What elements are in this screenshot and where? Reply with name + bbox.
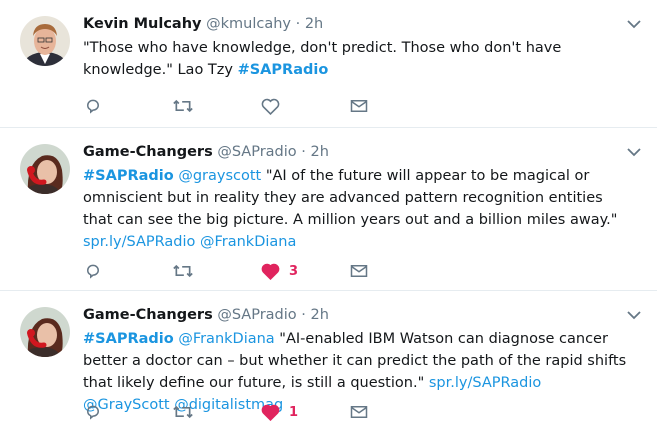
chevron-down-icon[interactable] <box>627 148 641 157</box>
timestamp[interactable]: 2h <box>311 307 329 323</box>
envelope-icon <box>350 406 368 418</box>
reply-icon <box>87 405 99 420</box>
heart-filled-icon <box>261 263 280 280</box>
tweet-text: #SAPRadio @grayscott "AI of the future w… <box>83 165 628 253</box>
author-handle[interactable]: @SAPradio <box>217 144 296 160</box>
tweet[interactable]: Game-Changers @SAPradio · 2h #SAPRadio @… <box>0 291 657 438</box>
timestamp[interactable]: 2h <box>305 16 323 32</box>
avatar[interactable] <box>20 307 70 357</box>
hashtag-link[interactable]: #SAPRadio <box>238 62 329 78</box>
tweet-actions: 3 <box>84 261 384 281</box>
url-link[interactable]: spr.ly/SAPRadio <box>83 234 195 250</box>
user-photo-icon <box>20 307 70 357</box>
envelope-icon <box>350 265 368 277</box>
reply-icon <box>87 99 99 114</box>
author-name[interactable]: Game-Changers <box>83 307 213 323</box>
separator: · <box>301 307 306 323</box>
like-button[interactable]: 3 <box>261 261 298 281</box>
author-handle[interactable]: @kmulcahy <box>206 16 291 32</box>
user-photo-icon <box>20 144 70 194</box>
hashtag-link[interactable]: #SAPRadio <box>83 331 174 347</box>
envelope-icon <box>350 100 368 112</box>
like-button[interactable]: 1 <box>261 402 298 422</box>
reply-icon <box>87 264 99 279</box>
reply-button[interactable] <box>84 96 102 116</box>
retweet-button[interactable] <box>173 261 193 281</box>
retweet-button[interactable] <box>173 96 193 116</box>
reply-button[interactable] <box>84 402 102 422</box>
message-button[interactable] <box>350 96 368 116</box>
avatar[interactable] <box>20 144 70 194</box>
separator: · <box>295 16 301 32</box>
heart-icon <box>261 98 280 115</box>
chevron-down-icon[interactable] <box>627 20 641 29</box>
tweet-text: "Those who have knowledge, don't predict… <box>83 37 628 81</box>
mention-link[interactable]: @FrankDiana <box>200 234 296 250</box>
retweet-icon <box>173 405 193 419</box>
timestamp[interactable]: 2h <box>311 144 329 160</box>
like-count: 1 <box>289 404 299 420</box>
like-count: 3 <box>289 263 299 279</box>
heart-filled-icon <box>261 404 280 421</box>
retweet-icon <box>173 99 193 113</box>
tweet[interactable]: Kevin Mulcahy @kmulcahy · 2h "Those who … <box>0 0 657 128</box>
author-name[interactable]: Kevin Mulcahy <box>83 16 202 32</box>
message-button[interactable] <box>350 402 368 422</box>
tweet-header: Game-Changers @SAPradio · 2h <box>83 142 643 162</box>
retweet-button[interactable] <box>173 402 193 422</box>
retweet-icon <box>173 264 193 278</box>
mention-link[interactable]: @FrankDiana <box>178 331 274 347</box>
author-name[interactable]: Game-Changers <box>83 144 213 160</box>
user-photo-icon <box>20 16 70 66</box>
tweet-header: Kevin Mulcahy @kmulcahy · 2h <box>83 14 643 34</box>
hashtag-link[interactable]: #SAPRadio <box>83 168 174 184</box>
tweet-header: Game-Changers @SAPradio · 2h <box>83 305 643 325</box>
message-button[interactable] <box>350 261 368 281</box>
mention-link[interactable]: @grayscott <box>178 168 261 184</box>
separator: · <box>301 144 306 160</box>
url-link[interactable]: spr.ly/SAPRadio <box>429 375 541 391</box>
like-button[interactable] <box>261 96 280 116</box>
chevron-down-icon[interactable] <box>627 311 641 320</box>
reply-button[interactable] <box>84 261 102 281</box>
author-handle[interactable]: @SAPradio <box>217 307 296 323</box>
avatar[interactable] <box>20 16 70 66</box>
